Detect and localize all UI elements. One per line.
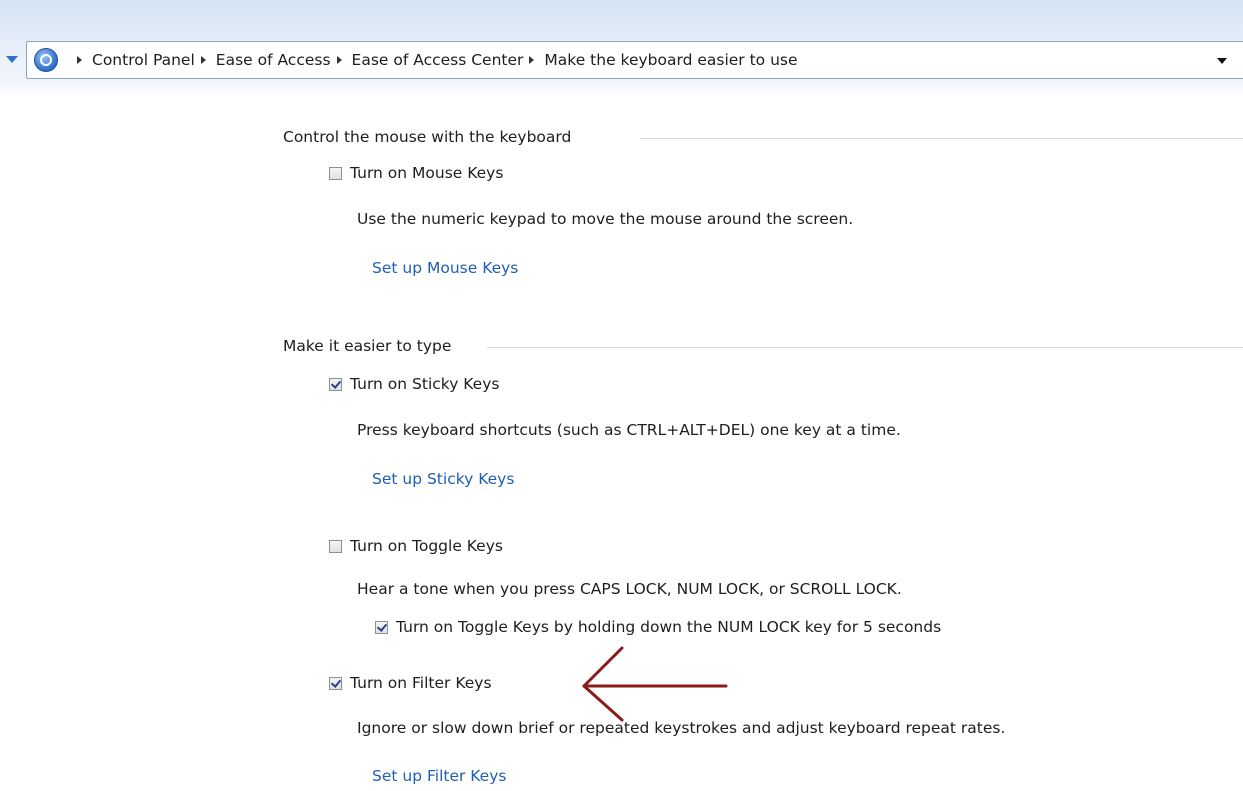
section-divider [487, 347, 1243, 348]
section-heading-typing-text: Make it easier to type [283, 337, 452, 355]
breadcrumb-separator-icon[interactable] [77, 56, 82, 64]
address-bar[interactable]: Control Panel Ease of Access Ease of Acc… [26, 41, 1243, 79]
mouse-keys-checkbox-row[interactable]: Turn on Mouse Keys [329, 164, 503, 182]
address-bar-area: Control Panel Ease of Access Ease of Acc… [0, 0, 1243, 98]
breadcrumb-separator-icon[interactable] [529, 56, 535, 64]
breadcrumb-separator-icon[interactable] [200, 56, 206, 64]
sticky-keys-description: Press keyboard shortcuts (such as CTRL+A… [357, 421, 901, 439]
filter-keys-checkbox[interactable] [329, 676, 342, 690]
sticky-keys-checkbox-row[interactable]: Turn on Sticky Keys [329, 375, 499, 393]
toggle-keys-description: Hear a tone when you press CAPS LOCK, NU… [357, 580, 902, 598]
section-heading-mouse: Control the mouse with the keyboard [283, 128, 571, 146]
section-divider [640, 138, 1243, 139]
breadcrumb-ease-of-access[interactable]: Ease of Access [216, 51, 331, 69]
section-heading-typing: Make it easier to type [283, 337, 451, 355]
setup-filter-keys-link[interactable]: Set up Filter Keys [372, 767, 506, 785]
annotation-arrow-icon [582, 646, 728, 722]
sticky-keys-label[interactable]: Turn on Sticky Keys [350, 375, 499, 393]
toggle-keys-shortcut-label[interactable]: Turn on Toggle Keys by holding down the … [396, 618, 941, 636]
breadcrumb: Control Panel Ease of Access Ease of Acc… [71, 42, 798, 78]
sticky-keys-checkbox[interactable] [329, 377, 342, 391]
mouse-keys-description: Use the numeric keypad to move the mouse… [357, 210, 854, 228]
setup-sticky-keys-link[interactable]: Set up Sticky Keys [372, 470, 514, 488]
toggle-keys-checkbox[interactable] [329, 539, 342, 553]
mouse-keys-label[interactable]: Turn on Mouse Keys [350, 164, 503, 182]
breadcrumb-separator-icon[interactable] [336, 56, 342, 64]
mouse-keys-checkbox[interactable] [329, 166, 342, 180]
toggle-keys-label[interactable]: Turn on Toggle Keys [350, 537, 503, 555]
filter-keys-label[interactable]: Turn on Filter Keys [350, 674, 492, 692]
recent-pages-arrow-icon[interactable] [6, 56, 18, 63]
toggle-keys-shortcut-checkbox-row[interactable]: Turn on Toggle Keys by holding down the … [375, 618, 941, 636]
breadcrumb-control-panel[interactable]: Control Panel [92, 51, 195, 69]
toggle-keys-checkbox-row[interactable]: Turn on Toggle Keys [329, 537, 503, 555]
address-history-dropdown-icon[interactable] [1217, 58, 1227, 64]
filter-keys-checkbox-row[interactable]: Turn on Filter Keys [329, 674, 492, 692]
setup-mouse-keys-link[interactable]: Set up Mouse Keys [372, 259, 518, 277]
control-panel-icon [34, 48, 58, 72]
breadcrumb-current-page[interactable]: Make the keyboard easier to use [544, 51, 797, 69]
toggle-keys-shortcut-checkbox[interactable] [375, 620, 388, 634]
breadcrumb-ease-of-access-center[interactable]: Ease of Access Center [352, 51, 524, 69]
section-heading-mouse-text: Control the mouse with the keyboard [283, 128, 572, 146]
